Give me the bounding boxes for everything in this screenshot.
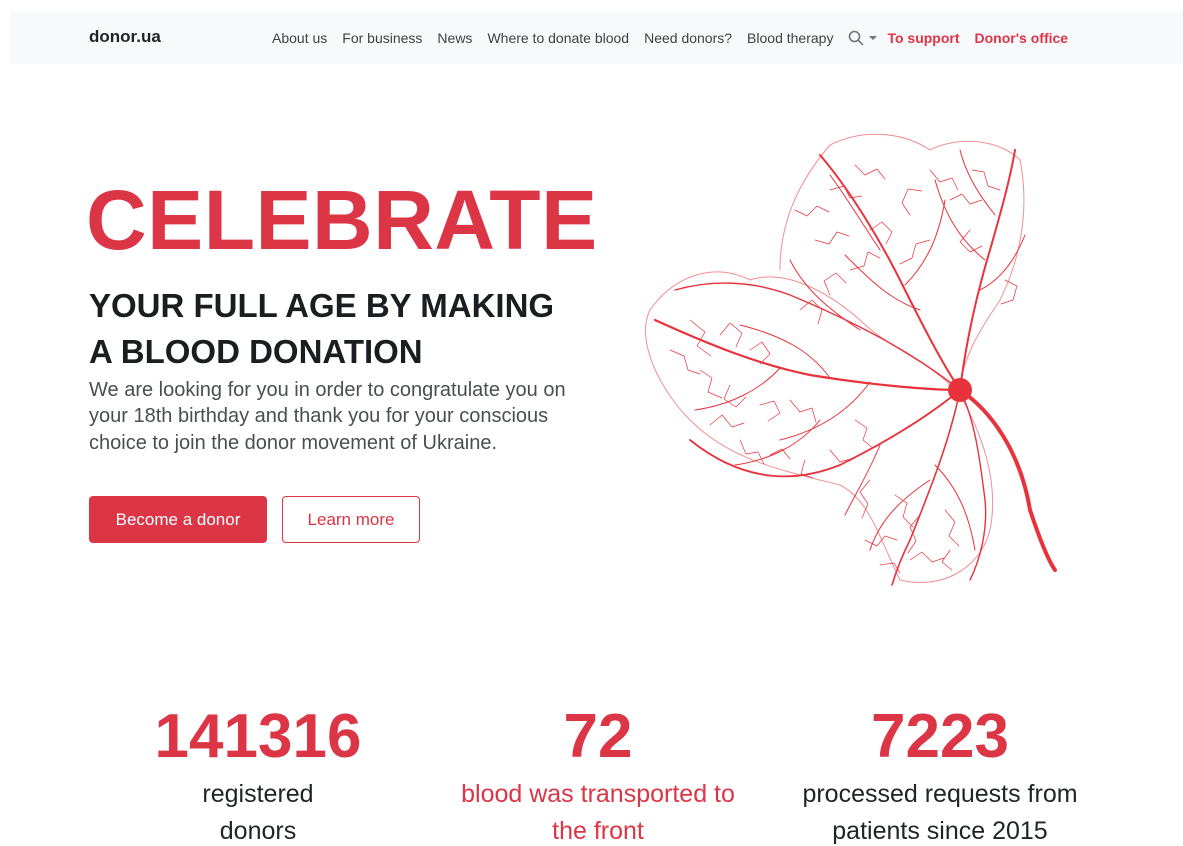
learn-more-button[interactable]: Learn more	[282, 496, 420, 543]
stat-value: 72	[563, 702, 633, 771]
stat-label-line1: blood was transported to	[461, 780, 735, 809]
nav-link-need-donors[interactable]: Need donors?	[644, 30, 732, 46]
chevron-down-icon	[869, 36, 878, 40]
hero-subtitle: YOUR FULL AGE BY MAKING A BLOOD DONATION	[89, 283, 554, 374]
stat-label-link[interactable]: blood was transported to the front	[438, 776, 758, 846]
nav-link-news[interactable]: News	[437, 30, 472, 46]
navbar: donor.ua About us For business News Wher…	[10, 12, 1183, 64]
hero-title: CELEBRATE	[86, 173, 598, 267]
stat-label-line2: the front	[552, 816, 644, 845]
stat-label-line2: donors	[219, 816, 297, 845]
stat-label-line1: processed requests from	[802, 780, 1078, 809]
nav-link-for-business[interactable]: For business	[342, 30, 422, 46]
stat-registered-donors: 141316 registered donors	[128, 700, 388, 846]
become-donor-button[interactable]: Become a donor	[89, 496, 267, 543]
search-icon	[849, 30, 864, 46]
hero-subtitle-line2: A BLOOD DONATION	[89, 332, 423, 370]
nav-link-about-us[interactable]: About us	[272, 30, 327, 46]
search-dropdown[interactable]	[848, 30, 878, 46]
nav-links: About us For business News Where to dona…	[272, 12, 1083, 64]
stat-label-line1: registered	[202, 780, 314, 809]
nav-link-where-to-donate[interactable]: Where to donate blood	[487, 30, 629, 46]
blood-vessel-leaf-illustration	[645, 133, 1057, 586]
hero-subtitle-line1: YOUR FULL AGE BY MAKING	[89, 287, 555, 324]
stat-value: 7223	[871, 702, 1009, 771]
stat-blood-transported: 72 blood was transported to the front	[438, 700, 758, 846]
support-link[interactable]: To support	[887, 30, 959, 46]
stat-value: 141316	[154, 702, 362, 771]
stat-processed-requests: 7223 processed requests from patients si…	[780, 700, 1100, 846]
donor-office-link[interactable]: Donor's office	[975, 30, 1069, 46]
nav-link-blood-therapy[interactable]: Blood therapy	[747, 30, 833, 46]
brand-logo[interactable]: donor.ua	[89, 27, 161, 47]
stat-label-line2: patients since 2015	[832, 816, 1048, 845]
stat-label: registered donors	[128, 776, 388, 846]
stat-label: processed requests from patients since 2…	[780, 776, 1100, 846]
hero-description: We are looking for you in order to congr…	[89, 379, 566, 454]
